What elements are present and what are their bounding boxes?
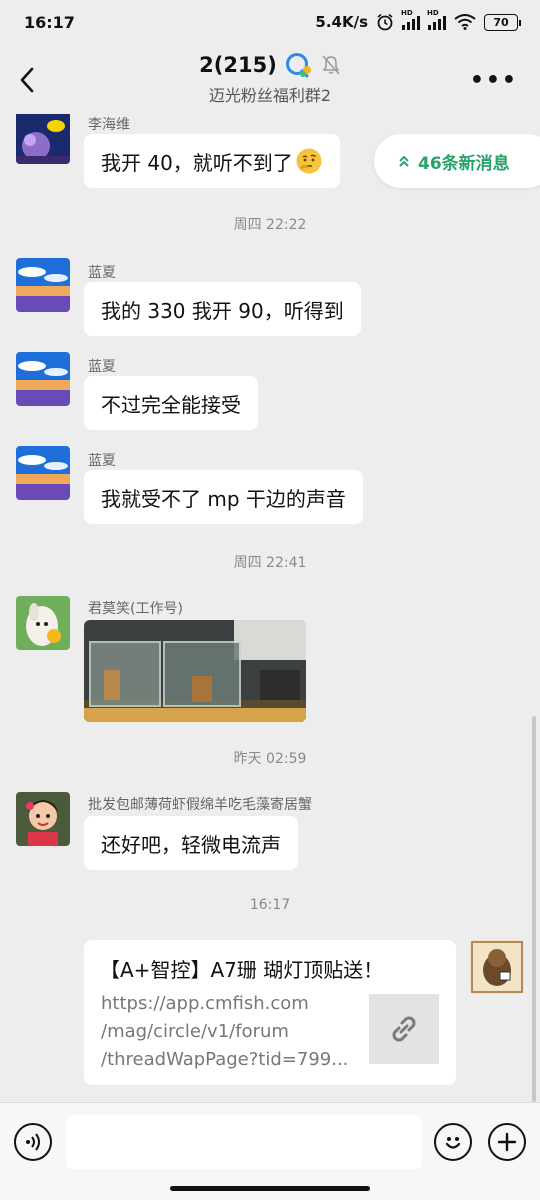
avatar[interactable]	[16, 258, 70, 312]
message-text: 我的 330 我开 90，听得到	[101, 298, 344, 323]
sender-name: 蓝夏	[88, 453, 116, 469]
link-url: https://app.cmfish.com /mag/circle/v1/fo…	[101, 990, 348, 1074]
status-time: 16:17	[24, 12, 75, 32]
battery-level: 70	[493, 15, 509, 29]
link-url-line: /mag/circle/v1/forum	[101, 1021, 289, 1042]
network-speed: 5.4K/s	[315, 13, 368, 31]
double-chevron-up-icon	[399, 155, 409, 167]
link-thumbnail	[369, 994, 439, 1064]
status-icons: 5.4K/s HD HD 70	[315, 9, 521, 31]
chat-title: 2(215)	[199, 53, 277, 77]
message-bubble[interactable]: 我开 40，就听不到了	[84, 134, 340, 188]
message-text: 我就受不了 mp 干边的声音	[101, 486, 346, 511]
wifi-icon	[454, 14, 476, 30]
avatar[interactable]	[16, 446, 70, 500]
link-card-message[interactable]: 【A+智控】A7珊 瑚灯顶贴送！ https://app.cmfish.com …	[84, 940, 456, 1085]
chat-header: 2(215) 迈光粉丝福利群2 •••	[0, 44, 540, 114]
timestamp: 16:17	[249, 897, 291, 913]
sender-name: 君莫笑(工作号)	[88, 601, 183, 617]
sender-name: 批发包邮薄荷虾假绵羊吃毛藻寄居蟹	[88, 797, 312, 813]
new-messages-button[interactable]: 46条新消息	[374, 134, 540, 188]
avatar[interactable]	[16, 114, 70, 164]
message-text: 还好吧，轻微电流声	[101, 832, 281, 857]
more-icon[interactable]: •••	[470, 70, 518, 92]
thinking-emoji-icon	[296, 148, 322, 174]
message-bubble[interactable]: 我的 330 我开 90，听得到	[84, 282, 361, 336]
timestamp: 昨天 02:59	[233, 751, 307, 767]
message-text: 不过完全能接受	[101, 392, 241, 417]
sender-name: 蓝夏	[88, 265, 116, 281]
mute-bell-icon	[322, 55, 340, 75]
hd-label: HD	[427, 9, 439, 17]
status-bar: 16:17 5.4K/s HD HD 70	[0, 0, 540, 44]
message-text: 我开 40，就听不到了	[101, 150, 293, 175]
voice-icon[interactable]	[14, 1123, 52, 1161]
avatar[interactable]	[16, 352, 70, 406]
link-url-line: https://app.cmfish.com	[101, 993, 309, 1014]
link-icon	[392, 1016, 416, 1042]
home-indicator[interactable]	[170, 1186, 370, 1191]
scrollbar[interactable]	[532, 716, 536, 1102]
avatar[interactable]	[16, 596, 70, 650]
my-avatar[interactable]	[470, 940, 524, 994]
signal-1-icon: HD	[401, 9, 420, 30]
plus-icon[interactable]	[488, 1123, 526, 1161]
image-message[interactable]	[84, 620, 306, 722]
message-bubble[interactable]: 还好吧，轻微电流声	[84, 816, 298, 870]
signal-2-icon: HD	[427, 9, 446, 30]
message-input[interactable]	[66, 1115, 422, 1169]
emoji-icon[interactable]	[434, 1123, 472, 1161]
group-chat-icon	[285, 53, 311, 78]
chat-subtitle: 迈光粉丝福利群2	[208, 86, 332, 105]
hd-label: HD	[401, 9, 413, 17]
timestamp: 周四 22:41	[233, 555, 307, 571]
battery-icon: 70	[484, 13, 521, 31]
link-url-line: /threadWapPage?tid=799...	[101, 1049, 349, 1070]
alarm-icon	[377, 13, 393, 31]
timestamp: 周四 22:22	[233, 217, 307, 233]
new-messages-label: 46条新消息	[418, 153, 510, 174]
link-title: 【A+智控】A7珊 瑚灯顶贴送！	[100, 958, 384, 982]
title-block: 2(215) 迈光粉丝福利群2	[199, 52, 341, 106]
chat-area[interactable]: 李海维 我开 40，就听不到了 46条新消息 周四 22:22 蓝夏 我的 33…	[0, 114, 540, 1102]
sender-name: 李海维	[88, 117, 130, 133]
back-arrow-icon[interactable]	[14, 64, 42, 96]
avatar[interactable]	[16, 792, 70, 846]
message-bubble[interactable]: 我就受不了 mp 干边的声音	[84, 470, 363, 524]
message-bubble[interactable]: 不过完全能接受	[84, 376, 258, 430]
sender-name: 蓝夏	[88, 359, 116, 375]
